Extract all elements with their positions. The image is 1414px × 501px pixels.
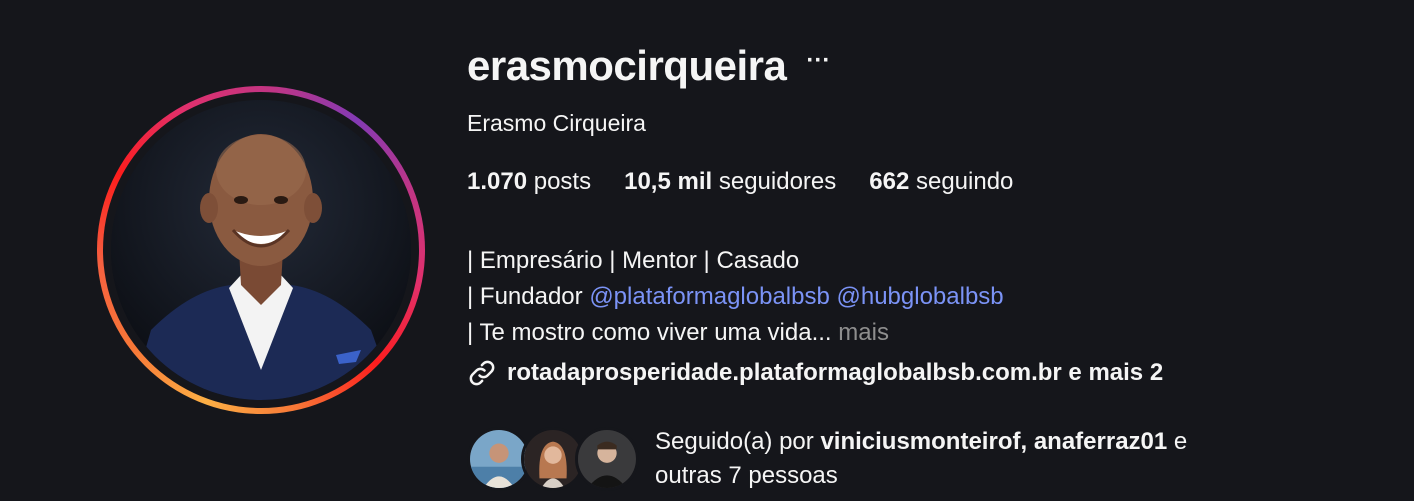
followed-by-section[interactable]: Seguido(a) por viniciusmonteirof, anafer… xyxy=(467,425,1335,493)
followers-label: seguidores xyxy=(718,168,837,195)
profile-username: erasmocirqueira xyxy=(467,42,787,89)
following-label: seguindo xyxy=(915,168,1014,195)
bio-more-button[interactable]: mais xyxy=(838,319,889,346)
bio-line-1: | Empresário | Mentor | Casado xyxy=(467,247,800,274)
profile-header: erasmocirqueira ··· Erasmo Cirqueira 1.0… xyxy=(0,0,1414,501)
followed-by-others: outras 7 pessoas xyxy=(655,462,838,489)
more-options-icon[interactable]: ··· xyxy=(806,49,830,83)
bio-line-2: | Fundador @plataformaglobalbsb @hubglob… xyxy=(467,279,1004,315)
bio-line-2-prefix: | Fundador xyxy=(467,283,590,310)
mutual-avatar-3 xyxy=(575,427,639,491)
profile-stats: 1.070 posts 10,5 mil seguidores 662 segu… xyxy=(467,168,1046,196)
mutual-separator: , xyxy=(1020,428,1034,455)
following-stat[interactable]: 662 seguindo xyxy=(869,168,1013,196)
profile-bio: | Empresário | Mentor | Casado | Fundado… xyxy=(467,243,1004,351)
posts-stat: 1.070 posts xyxy=(467,168,591,196)
bio-line-3-text: | Te mostro como viver uma vida... xyxy=(467,319,832,346)
mention-link-plataformaglobalbsb[interactable]: @plataformaglobalbsb xyxy=(589,283,830,310)
mutual-user-1[interactable]: viniciusmonteirof xyxy=(820,428,1020,455)
mutual-user-2[interactable]: anaferraz01 xyxy=(1034,428,1167,455)
profile-avatar[interactable] xyxy=(111,100,411,400)
avatar-photo xyxy=(111,100,411,400)
followed-by-prefix: Seguido(a) por xyxy=(655,428,821,455)
link-icon xyxy=(469,360,495,386)
profile-avatar-story-ring[interactable] xyxy=(97,86,425,414)
external-link-text: rotadaprosperidade.plataformaglobalbsb.c… xyxy=(507,359,1164,386)
followers-stat[interactable]: 10,5 mil seguidores xyxy=(624,168,836,196)
mutual-followers-avatars xyxy=(467,425,639,491)
bio-line-3: | Te mostro como viver uma vida... mais xyxy=(467,315,1004,351)
posts-count: 1.070 xyxy=(467,168,528,195)
external-link[interactable]: rotadaprosperidade.plataformaglobalbsb.c… xyxy=(467,358,1163,388)
followed-by-text: Seguido(a) por viniciusmonteirof, anafer… xyxy=(655,425,1335,493)
followed-by-suffix: e xyxy=(1167,428,1188,455)
following-count: 662 xyxy=(869,168,910,195)
profile-full-name: Erasmo Cirqueira xyxy=(467,110,646,136)
followers-count: 10,5 mil xyxy=(624,168,713,195)
username-row: erasmocirqueira ··· xyxy=(467,42,830,90)
posts-label: posts xyxy=(533,168,592,195)
mention-link-hubglobalbsb[interactable]: @hubglobalbsb xyxy=(837,283,1004,310)
